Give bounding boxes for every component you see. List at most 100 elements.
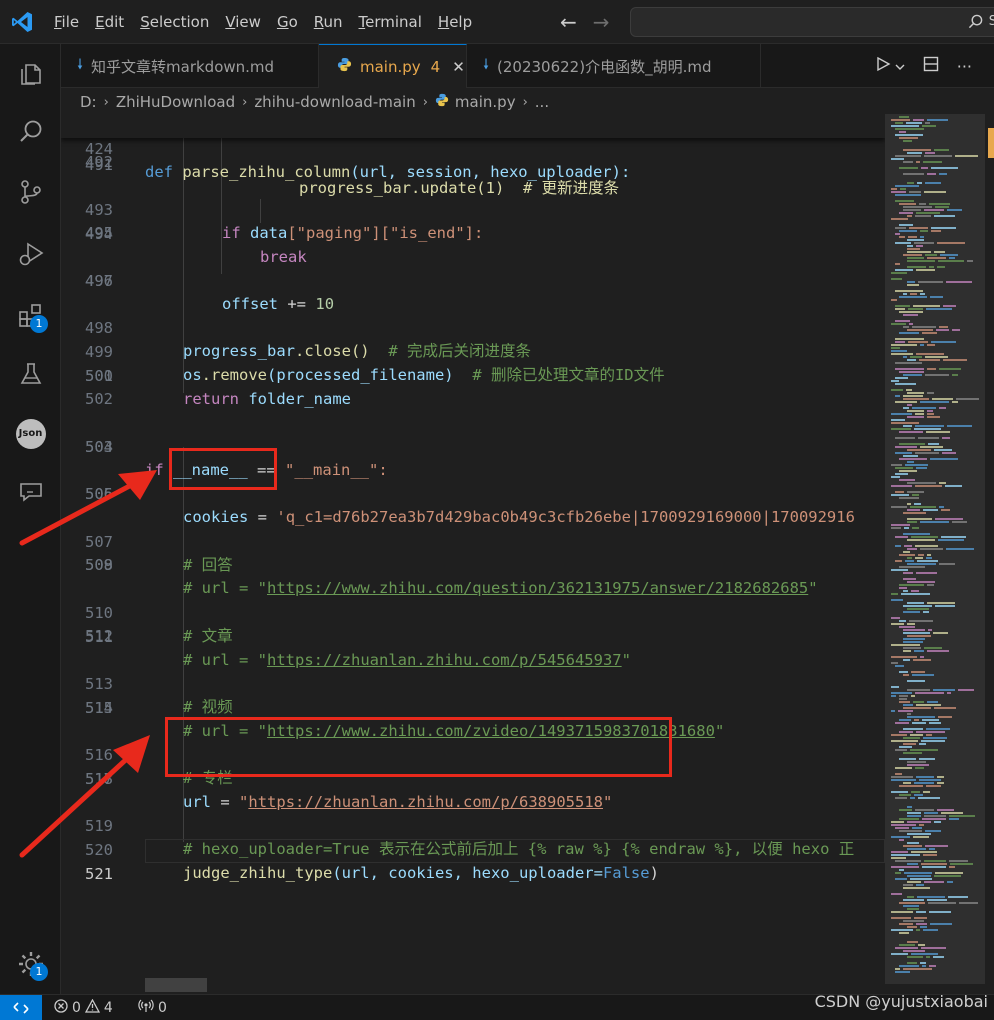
ports-status[interactable]: 0	[138, 995, 167, 1020]
minimap-line	[927, 416, 940, 418]
breadcrumb-symbols[interactable]: ...	[535, 93, 549, 111]
settings-gear-icon[interactable]: 1	[0, 936, 61, 992]
breadcrumb-folder[interactable]: ZhiHuDownload	[116, 93, 235, 111]
command-center-search[interactable]: S	[630, 7, 994, 37]
split-editor-icon[interactable]	[923, 56, 939, 76]
minimap-line	[928, 443, 939, 445]
search-icon	[968, 14, 983, 33]
minimap-line	[907, 842, 919, 844]
run-debug-icon[interactable]	[0, 226, 61, 282]
minimap-line	[920, 344, 924, 346]
minimap-line	[906, 122, 922, 124]
minimap-line	[914, 794, 923, 796]
minimap-line	[914, 242, 934, 244]
minimap-line	[931, 167, 958, 169]
minimap-line	[910, 356, 922, 358]
remote-indicator-icon[interactable]	[0, 995, 42, 1020]
minimap-line	[952, 401, 958, 403]
more-actions-icon[interactable]: ···	[957, 57, 972, 76]
minimap-line	[903, 590, 908, 592]
menu-run[interactable]: Run	[306, 0, 351, 44]
minimap-line	[899, 236, 905, 238]
tab-dielectric-md[interactable]: 🠗 (20230622)介电函数_胡明.md	[467, 44, 761, 88]
minimap-line	[899, 965, 919, 967]
editor-actions: ···	[875, 44, 994, 88]
minimap-line	[930, 458, 958, 460]
minimap-line	[907, 257, 924, 259]
annotation-box-cookies	[169, 448, 277, 490]
comments-icon[interactable]	[0, 464, 61, 520]
vscode-logo-icon	[0, 0, 44, 44]
minimap-line	[907, 518, 932, 520]
explorer-icon[interactable]	[0, 46, 61, 102]
minimap-line	[907, 491, 924, 493]
menu-help[interactable]: Help	[430, 0, 480, 44]
minimap-line	[909, 227, 928, 229]
minimap-line	[895, 872, 901, 874]
minimap-line	[948, 896, 968, 898]
minimap-line	[915, 557, 923, 559]
code-editor[interactable]: 424 def parse_zhihu_column(url, session,…	[61, 114, 885, 994]
sticky-scroll-header[interactable]: 424 def parse_zhihu_column(url, session,…	[61, 114, 885, 181]
testing-icon[interactable]	[0, 346, 61, 402]
minimap-line	[938, 539, 964, 541]
extensions-icon[interactable]: 1	[0, 288, 61, 344]
minimap-line	[947, 209, 962, 211]
menu-edit[interactable]: Edit	[87, 0, 132, 44]
tab-markdown-article[interactable]: 🠗 知乎文章转markdown.md	[61, 44, 319, 88]
minimap-line	[899, 131, 906, 133]
menu-go[interactable]: Go	[269, 0, 306, 44]
minimap-line	[891, 494, 909, 496]
minimap-line	[891, 272, 907, 274]
close-icon[interactable]: ✕	[452, 58, 465, 76]
chevron-down-icon[interactable]	[895, 57, 905, 76]
minimap-line	[891, 692, 912, 694]
minimap-line	[947, 692, 951, 694]
minimap-line	[895, 134, 923, 136]
minimap-line	[935, 605, 955, 607]
breadcrumb-folder[interactable]: zhihu-download-main	[254, 93, 415, 111]
extensions-badge: 1	[30, 315, 48, 333]
minimap-line	[925, 152, 935, 154]
minimap-line	[891, 344, 917, 346]
back-arrow-icon[interactable]: ←	[560, 0, 577, 44]
breadcrumb-file[interactable]: main.py	[455, 93, 516, 111]
minimap-line	[925, 122, 930, 124]
line-number: 495	[85, 224, 113, 242]
minimap-line	[903, 149, 931, 151]
menu-selection[interactable]: Selection	[132, 0, 217, 44]
minimap-line	[895, 860, 921, 862]
menu-terminal[interactable]: Terminal	[351, 0, 430, 44]
minimap-line	[913, 701, 924, 703]
minimap-line	[899, 587, 907, 589]
minimap-line	[899, 932, 909, 934]
json-icon[interactable]: Json	[0, 406, 61, 462]
line-number: 501	[85, 367, 113, 385]
search-view-icon[interactable]	[0, 104, 61, 160]
minimap-line	[891, 824, 916, 826]
breadcrumb-drive[interactable]: D:	[80, 93, 97, 111]
minimap-line	[907, 416, 924, 418]
minimap-line	[916, 704, 941, 706]
problems-status[interactable]: 0 4	[54, 995, 113, 1020]
run-python-file-icon[interactable]	[875, 56, 891, 76]
menu-file[interactable]: File	[46, 0, 87, 44]
minimap-line	[903, 737, 920, 739]
minimap[interactable]	[885, 114, 994, 994]
menu-view[interactable]: View	[217, 0, 269, 44]
minimap-line	[907, 410, 924, 412]
tab-main-py[interactable]: main.py 4 ✕	[319, 44, 467, 88]
minimap-line	[891, 929, 913, 931]
forward-arrow-icon[interactable]: →	[593, 0, 610, 44]
minimap-line	[891, 119, 910, 121]
minimap-line	[899, 584, 924, 586]
minimap-line	[907, 281, 915, 283]
line-number: 497	[85, 272, 113, 290]
horizontal-scrollbar[interactable]	[145, 978, 207, 992]
markdown-icon: 🠗	[77, 57, 84, 73]
source-control-icon[interactable]	[0, 164, 61, 220]
minimap-line	[895, 227, 906, 229]
editor-tab-bar: 🠗 知乎文章转markdown.md main.py 4 ✕ 🠗 (202306…	[61, 44, 994, 88]
chevron-right-icon: ›	[522, 94, 528, 110]
minimap-line	[967, 260, 973, 262]
